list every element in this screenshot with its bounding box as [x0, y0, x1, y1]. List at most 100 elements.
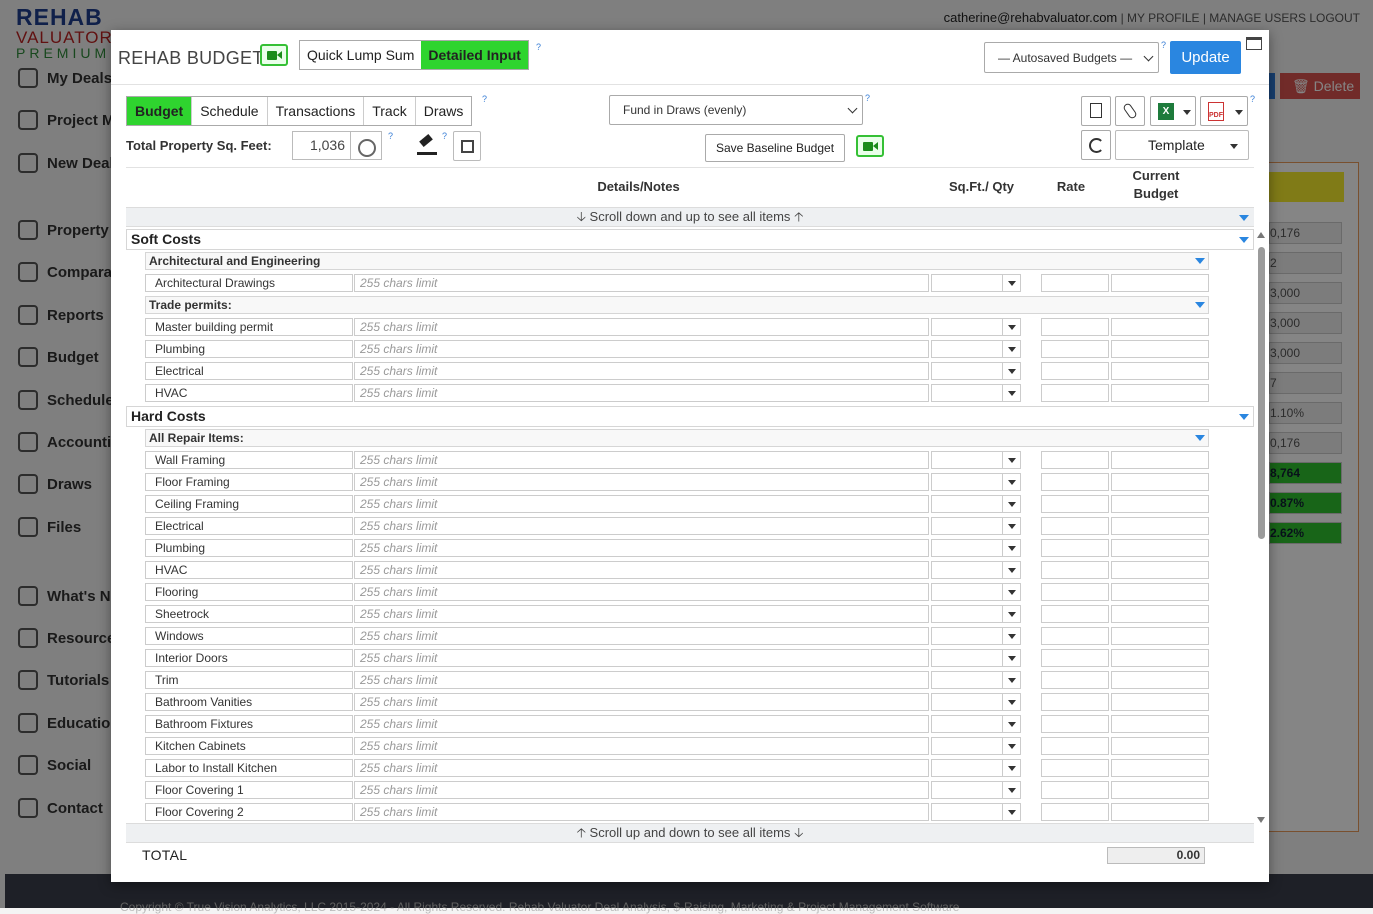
item-notes-input[interactable]: 255 chars limit: [354, 384, 929, 402]
item-qty-input[interactable]: [931, 781, 1021, 799]
item-notes-input[interactable]: 255 chars limit: [354, 627, 929, 645]
item-notes-input[interactable]: 255 chars limit: [354, 715, 929, 733]
item-name-field[interactable]: Plumbing: [145, 340, 353, 358]
item-rate-input[interactable]: [1041, 649, 1109, 667]
item-qty-input[interactable]: [931, 384, 1021, 402]
maximize-window-icon[interactable]: [1246, 37, 1262, 50]
help-icon[interactable]: ?: [388, 131, 393, 141]
tape-measure-icon[interactable]: [351, 132, 381, 159]
item-budget-input[interactable]: [1111, 473, 1209, 491]
qty-dropdown-icon[interactable]: [1002, 540, 1020, 556]
video-tutorial-button-2[interactable]: [856, 135, 884, 157]
item-budget-input[interactable]: [1111, 627, 1209, 645]
collapse-icon[interactable]: [1239, 237, 1249, 243]
export-pdf-button[interactable]: PDF: [1200, 96, 1248, 126]
item-rate-input[interactable]: [1041, 362, 1109, 380]
refresh-button[interactable]: [1081, 130, 1111, 160]
item-qty-input[interactable]: [931, 759, 1021, 777]
item-qty-input[interactable]: [931, 693, 1021, 711]
item-name-field[interactable]: Bathroom Vanities: [145, 693, 353, 711]
item-rate-input[interactable]: [1041, 274, 1109, 292]
item-rate-input[interactable]: [1041, 384, 1109, 402]
item-rate-input[interactable]: [1041, 627, 1109, 645]
qty-dropdown-icon[interactable]: [1002, 496, 1020, 512]
qty-dropdown-icon[interactable]: [1002, 760, 1020, 776]
item-name-field[interactable]: Floor Covering 2: [145, 803, 353, 821]
video-tutorial-button[interactable]: [260, 44, 288, 66]
item-name-field[interactable]: Labor to Install Kitchen: [145, 759, 353, 777]
item-budget-input[interactable]: [1111, 517, 1209, 535]
help-icon[interactable]: ?: [865, 93, 870, 103]
item-name-field[interactable]: Architectural Drawings: [145, 274, 353, 292]
item-name-field[interactable]: Electrical: [145, 362, 353, 380]
item-notes-input[interactable]: 255 chars limit: [354, 583, 929, 601]
fund-draws-select[interactable]: Fund in Draws (evenly): [609, 95, 863, 125]
qty-dropdown-icon[interactable]: [1002, 562, 1020, 578]
item-budget-input[interactable]: [1111, 737, 1209, 755]
update-button[interactable]: Update: [1170, 41, 1241, 74]
qty-dropdown-icon[interactable]: [1002, 628, 1020, 644]
item-name-field[interactable]: Wall Framing: [145, 451, 353, 469]
qty-dropdown-icon[interactable]: [1002, 650, 1020, 666]
tab-draws[interactable]: Draws: [416, 97, 472, 125]
item-rate-input[interactable]: [1041, 759, 1109, 777]
item-notes-input[interactable]: 255 chars limit: [354, 495, 929, 513]
item-budget-input[interactable]: [1111, 649, 1209, 667]
qty-dropdown-icon[interactable]: [1002, 782, 1020, 798]
item-rate-input[interactable]: [1041, 803, 1109, 821]
item-qty-input[interactable]: [931, 495, 1021, 513]
item-notes-input[interactable]: 255 chars limit: [354, 362, 929, 380]
tab-budget[interactable]: Budget: [127, 97, 193, 125]
item-name-field[interactable]: Plumbing: [145, 539, 353, 557]
qty-dropdown-icon[interactable]: [1002, 738, 1020, 754]
scroll-up-icon[interactable]: [1257, 232, 1265, 238]
item-notes-input[interactable]: 255 chars limit: [354, 693, 929, 711]
item-qty-input[interactable]: [931, 362, 1021, 380]
item-qty-input[interactable]: [931, 340, 1021, 358]
item-qty-input[interactable]: [931, 517, 1021, 535]
group-header[interactable]: All Repair Items:: [145, 429, 1209, 447]
item-qty-input[interactable]: [931, 561, 1021, 579]
help-icon[interactable]: ?: [442, 131, 447, 141]
autosaved-budgets-select[interactable]: — Autosaved Budgets —: [984, 42, 1159, 73]
collapse-icon[interactable]: [1195, 258, 1205, 264]
item-name-field[interactable]: Electrical: [145, 517, 353, 535]
item-rate-input[interactable]: [1041, 495, 1109, 513]
item-name-field[interactable]: Master building permit: [145, 318, 353, 336]
item-budget-input[interactable]: [1111, 384, 1209, 402]
section-header[interactable]: Hard Costs: [126, 406, 1254, 427]
qty-dropdown-icon[interactable]: [1002, 341, 1020, 357]
item-notes-input[interactable]: 255 chars limit: [354, 318, 929, 336]
item-budget-input[interactable]: [1111, 671, 1209, 689]
item-notes-input[interactable]: 255 chars limit: [354, 539, 929, 557]
item-rate-input[interactable]: [1041, 340, 1109, 358]
group-header[interactable]: Architectural and Engineering: [145, 252, 1209, 270]
item-rate-input[interactable]: [1041, 715, 1109, 733]
item-notes-input[interactable]: 255 chars limit: [354, 781, 929, 799]
tab-track[interactable]: Track: [364, 97, 416, 125]
item-budget-input[interactable]: [1111, 693, 1209, 711]
detailed-input-button[interactable]: Detailed Input: [421, 41, 528, 69]
item-qty-input[interactable]: [931, 451, 1021, 469]
item-qty-input[interactable]: [931, 539, 1021, 557]
tab-transactions[interactable]: Transactions: [268, 97, 365, 125]
item-budget-input[interactable]: [1111, 539, 1209, 557]
item-qty-input[interactable]: [931, 803, 1021, 821]
item-rate-input[interactable]: [1041, 451, 1109, 469]
item-budget-input[interactable]: [1111, 781, 1209, 799]
item-rate-input[interactable]: [1041, 737, 1109, 755]
qty-dropdown-icon[interactable]: [1002, 694, 1020, 710]
scroll-down-icon[interactable]: [1257, 817, 1265, 823]
item-notes-input[interactable]: 255 chars limit: [354, 274, 929, 292]
item-budget-input[interactable]: [1111, 715, 1209, 733]
item-budget-input[interactable]: [1111, 362, 1209, 380]
item-name-field[interactable]: Sheetrock: [145, 605, 353, 623]
item-name-field[interactable]: Floor Framing: [145, 473, 353, 491]
item-budget-input[interactable]: [1111, 340, 1209, 358]
group-header[interactable]: Trade permits:: [145, 296, 1209, 314]
item-name-field[interactable]: Ceiling Framing: [145, 495, 353, 513]
total-sqft-field[interactable]: 1,036: [292, 131, 382, 160]
item-qty-input[interactable]: [931, 737, 1021, 755]
item-rate-input[interactable]: [1041, 693, 1109, 711]
help-icon[interactable]: ?: [1250, 94, 1255, 104]
